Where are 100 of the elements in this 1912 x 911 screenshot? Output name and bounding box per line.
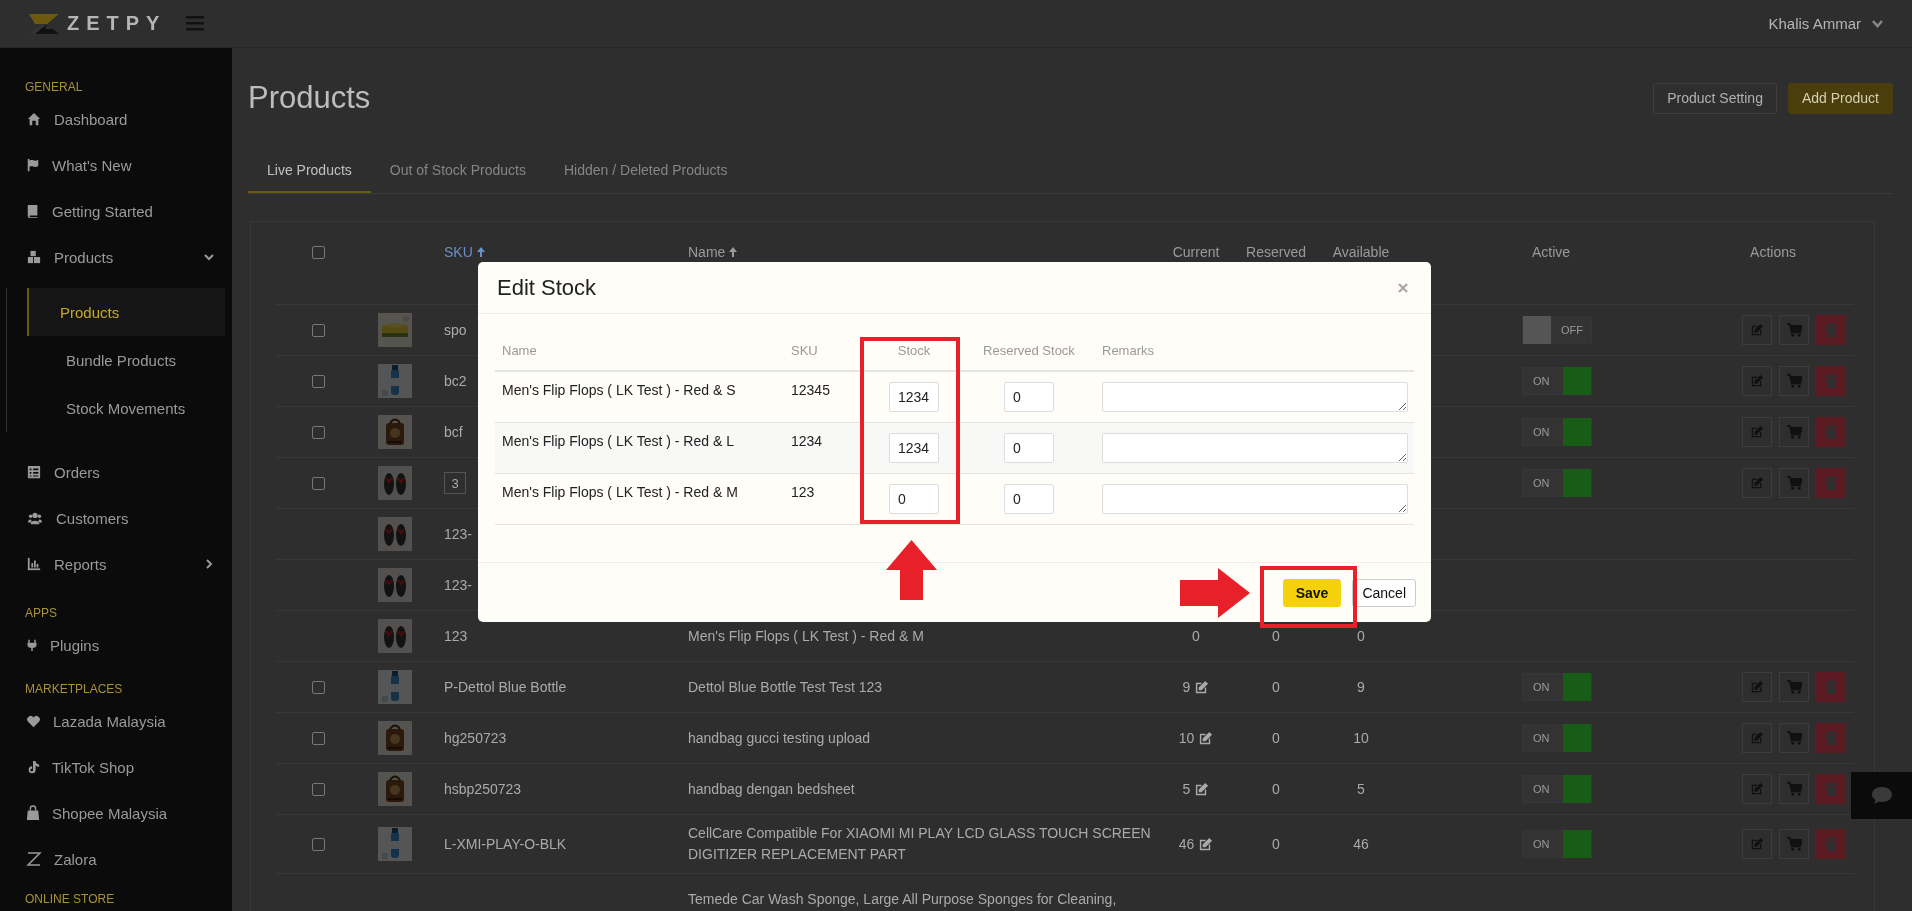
row-checkbox[interactable]: [311, 782, 325, 796]
stock-input[interactable]: 0: [889, 484, 939, 514]
remarks-field[interactable]: [1102, 433, 1408, 463]
remarks-field[interactable]: [1102, 382, 1408, 412]
heart-icon: [26, 714, 41, 728]
cart-button[interactable]: [1779, 774, 1809, 804]
cart-button[interactable]: [1779, 672, 1809, 702]
brand-name: ZETPY: [67, 12, 167, 35]
tab[interactable]: Live Products: [248, 148, 371, 193]
menu-icon[interactable]: [186, 16, 205, 31]
edit-button[interactable]: [1742, 672, 1772, 702]
stock-input[interactable]: 1234: [889, 433, 939, 463]
column-header: Reserved: [1246, 244, 1306, 260]
delete-button[interactable]: [1816, 417, 1846, 447]
column-header[interactable]: SKU: [430, 244, 485, 260]
cart-button[interactable]: [1779, 829, 1809, 859]
user-menu[interactable]: Khalis Ammar: [1768, 15, 1884, 32]
cart-icon: [1786, 425, 1802, 439]
edit-button[interactable]: [1742, 829, 1772, 859]
edit-button[interactable]: [1742, 723, 1772, 753]
sidebar-subitem[interactable]: Bundle Products: [27, 336, 225, 384]
sidebar-item[interactable]: Customers: [0, 495, 232, 541]
available-stock-cell: 0: [1357, 628, 1365, 644]
delete-button[interactable]: [1816, 829, 1846, 859]
toggle-switch[interactable]: ON: [1522, 367, 1592, 395]
edit-icon[interactable]: [1198, 730, 1214, 746]
column-header: Stock: [897, 342, 931, 358]
toggle-switch[interactable]: ON: [1522, 830, 1592, 858]
edit-icon[interactable]: [1194, 679, 1210, 695]
reserved-stock-input[interactable]: 0: [1004, 382, 1054, 412]
cart-icon: [1786, 374, 1802, 388]
edit-button[interactable]: [1742, 417, 1772, 447]
sidebar-item[interactable]: Reports: [0, 541, 232, 587]
sidebar-item[interactable]: Zalora: [0, 836, 232, 882]
sidebar-item[interactable]: TikTok Shop: [0, 744, 232, 790]
cart-button[interactable]: [1779, 723, 1809, 753]
row-checkbox[interactable]: [311, 731, 325, 745]
row-checkbox[interactable]: [311, 323, 325, 337]
tab[interactable]: Out of Stock Products: [370, 148, 545, 193]
tab[interactable]: Hidden / Deleted Products: [545, 148, 747, 193]
cart-button[interactable]: [1779, 366, 1809, 396]
sidebar-item[interactable]: What's New: [0, 142, 232, 188]
trash-icon: [1825, 680, 1837, 694]
toggle-switch[interactable]: ON: [1522, 724, 1592, 752]
toggle-switch[interactable]: OFF: [1522, 316, 1592, 344]
edit-icon[interactable]: [1198, 836, 1214, 852]
column-header: Name: [501, 342, 538, 358]
delete-button[interactable]: [1816, 774, 1846, 804]
remarks-field[interactable]: [1102, 484, 1408, 514]
row-checkbox[interactable]: [311, 476, 325, 490]
column-header: Actions: [1750, 244, 1796, 260]
toggle-switch[interactable]: ON: [1522, 775, 1592, 803]
edit-button[interactable]: [1742, 774, 1772, 804]
stock-input[interactable]: 1234: [889, 382, 939, 412]
delete-button[interactable]: [1816, 468, 1846, 498]
delete-button[interactable]: [1816, 315, 1846, 345]
delete-button[interactable]: [1816, 723, 1846, 753]
sidebar-item[interactable]: Getting Started: [0, 188, 232, 234]
reserved-stock-input[interactable]: 0: [1004, 484, 1054, 514]
column-header[interactable]: Name: [670, 244, 738, 260]
edit-icon: [1750, 323, 1764, 337]
chat-button[interactable]: [1851, 772, 1912, 819]
edit-button[interactable]: [1742, 468, 1772, 498]
settings-button[interactable]: Product Setting: [1653, 82, 1777, 114]
edit-icon[interactable]: [1194, 781, 1210, 797]
delete-button[interactable]: [1816, 672, 1846, 702]
add-button[interactable]: Add Product: [1787, 82, 1893, 114]
sidebar-subitem[interactable]: Stock Movements: [27, 384, 225, 432]
cart-icon: [1786, 731, 1802, 745]
sku-cell: L-XMI-PLAY-O-BLK: [444, 836, 567, 852]
save-button[interactable]: Save: [1282, 578, 1342, 607]
row-checkbox[interactable]: [311, 425, 325, 439]
row-checkbox[interactable]: [311, 374, 325, 388]
cart-button[interactable]: [1779, 315, 1809, 345]
cancel-button[interactable]: Cancel: [1352, 578, 1416, 607]
available-stock-cell: 10: [1353, 730, 1369, 746]
name-cell: Dettol Blue Bottle Test Test 123: [688, 678, 883, 695]
toggle-switch[interactable]: ON: [1522, 469, 1592, 497]
name-cell: CellCare Compatible For XIAOMI MI PLAY LCD GLASS TOUCH SCREEN DIGITIZER REPLACEMENT PART: [688, 825, 1151, 862]
cart-button[interactable]: [1779, 417, 1809, 447]
row-checkbox[interactable]: [311, 837, 325, 851]
current-stock-cell: 5: [1182, 781, 1191, 797]
toggle-switch[interactable]: ON: [1522, 673, 1592, 701]
cart-button[interactable]: [1779, 468, 1809, 498]
sidebar-subitem[interactable]: Products: [27, 288, 225, 336]
sidebar-item[interactable]: Orders: [0, 449, 232, 495]
edit-button[interactable]: [1742, 315, 1772, 345]
delete-button[interactable]: [1816, 366, 1846, 396]
sidebar-item[interactable]: Dashboard: [0, 96, 232, 142]
quantity-field[interactable]: 3: [444, 472, 466, 494]
reserved-stock-input[interactable]: 0: [1004, 433, 1054, 463]
sidebar-item[interactable]: Plugins: [0, 622, 232, 668]
trash-icon: [1825, 837, 1837, 851]
edit-button[interactable]: [1742, 366, 1772, 396]
sidebar-item[interactable]: Shopee Malaysia: [0, 790, 232, 836]
sidebar-item[interactable]: Lazada Malaysia: [0, 698, 232, 744]
row-checkbox[interactable]: [311, 680, 325, 694]
sidebar-item[interactable]: Products: [0, 234, 232, 280]
select-all-checkbox[interactable]: [311, 246, 325, 259]
toggle-switch[interactable]: ON: [1522, 418, 1592, 446]
